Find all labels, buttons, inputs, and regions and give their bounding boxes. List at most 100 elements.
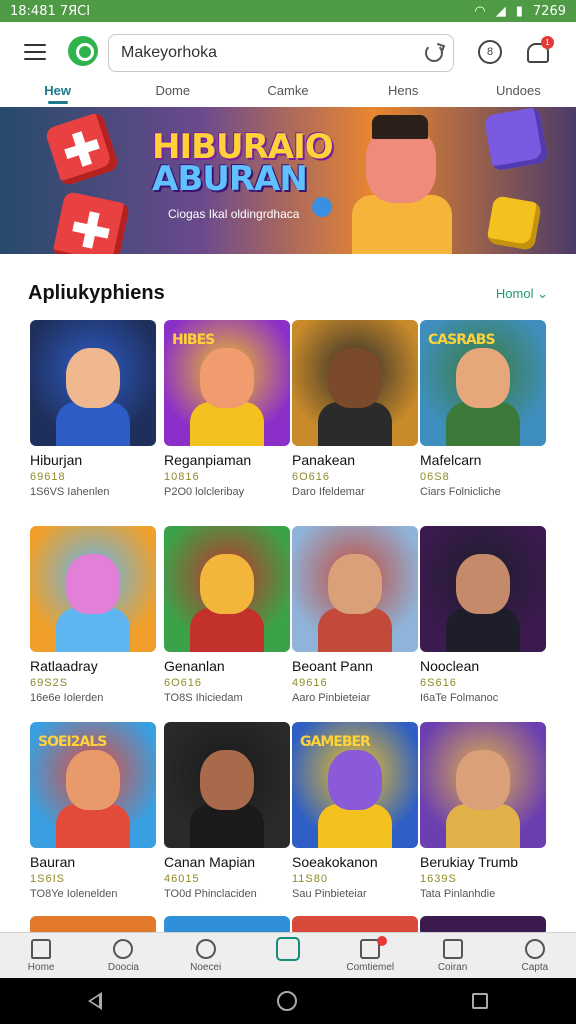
app-name: Bauran xyxy=(30,854,76,870)
app-name: Berukiay Trumb xyxy=(420,854,519,870)
tab-hens[interactable]: Hens xyxy=(346,80,461,106)
yellow-dice-icon xyxy=(486,195,542,251)
app-meta: Sau Pinbieteiar xyxy=(292,888,367,900)
app-rating: 11S80 xyxy=(292,873,328,885)
app-card[interactable]: GAMEBER Soeakokanon 11S80 Sau Pinbieteiar xyxy=(292,722,420,900)
app-logo[interactable] xyxy=(68,36,98,66)
thumbnail-figure-body xyxy=(446,608,520,652)
section-more-link[interactable]: Homol ⌄ xyxy=(496,286,548,302)
app-thumbnail[interactable] xyxy=(420,526,546,652)
app-card[interactable]: Ratlaadray 69S2S 16e6e Iolerden xyxy=(30,526,158,704)
wifi-icon: ◠ xyxy=(474,3,486,19)
category-tabs: Hew Dome Camke Hens Undoes xyxy=(0,80,576,106)
thumbnail-figure-body xyxy=(190,804,264,848)
search-person-icon xyxy=(195,939,216,959)
app-meta: Daro Ifeldemar xyxy=(292,486,365,498)
refresh-icon[interactable] xyxy=(425,44,443,62)
nav-capta[interactable]: Capta xyxy=(495,933,575,978)
app-card[interactable]: Nooclean 6S616 I6aTe Folmanoc xyxy=(420,526,548,704)
nav-comtiemel[interactable]: Comtiemel xyxy=(330,933,410,978)
bottom-nav: Home Doocia Noecei Comtiemel Coiran Capt… xyxy=(0,932,576,978)
app-meta: TO8S Ihiciedam xyxy=(164,692,243,704)
app-rating: 46015 xyxy=(164,873,200,885)
thumbnail-figure-body xyxy=(56,804,130,848)
thumbnail-figure-head xyxy=(456,750,510,810)
nav-badge xyxy=(377,936,388,946)
thumbnail-figure-head xyxy=(200,348,254,408)
menu-icon[interactable] xyxy=(24,44,46,60)
thumbnail-figure-body xyxy=(318,402,392,446)
app-name: Mafelcarn xyxy=(420,452,482,468)
app-card[interactable]: Beoant Pann 49616 Aaro Pinbieteiar xyxy=(292,526,420,704)
app-thumbnail[interactable]: CASRABS xyxy=(420,320,546,446)
tab-undoes[interactable]: Undoes xyxy=(461,80,576,106)
app-thumbnail[interactable] xyxy=(420,722,546,848)
thumbnail-figure-head xyxy=(328,348,382,408)
app-rating: 1S6IS xyxy=(30,873,65,885)
nav-home[interactable]: Home xyxy=(1,933,81,978)
app-name: Genanlan xyxy=(164,658,225,674)
tab-hew[interactable]: Hew xyxy=(0,80,115,106)
app-thumbnail[interactable] xyxy=(30,320,156,446)
search-input[interactable] xyxy=(121,44,411,62)
thumbnail-figure-head xyxy=(456,348,510,408)
app-thumbnail[interactable]: GAMEBER xyxy=(292,722,418,848)
nav-app-center[interactable] xyxy=(248,933,328,978)
app-rating: 1639S xyxy=(420,873,457,885)
app-meta: Ciars Folnicliche xyxy=(420,486,501,498)
thumbnail-figure-body xyxy=(318,608,392,652)
app-rating: 6S616 xyxy=(420,677,457,689)
tab-camke[interactable]: Camke xyxy=(230,80,345,106)
app-card[interactable]: HIBES Reganpiaman 10816 P2O0 lolcleribay xyxy=(164,320,292,498)
thumbnail-figure-head xyxy=(200,750,254,810)
thumbnail-label: CASRABS xyxy=(428,332,496,348)
chevron-down-icon: ⌄ xyxy=(537,286,548,301)
search-box[interactable] xyxy=(108,34,454,72)
nav-noecei-label: Noecei xyxy=(190,962,222,973)
mascot-hat xyxy=(372,115,428,139)
thumbnail-figure-head xyxy=(200,554,254,614)
recents-icon[interactable] xyxy=(472,993,489,1009)
promo-banner[interactable]: HIBURAIO ABURAN Ciogas Ikal oldingrdhaca xyxy=(0,107,576,254)
app-meta: TO0d Phinclaciden xyxy=(164,888,257,900)
app-card[interactable]: Canan Mapian 46015 TO0d Phinclaciden xyxy=(164,722,292,900)
app-thumbnail[interactable] xyxy=(292,320,418,446)
app-bar: 8 1 xyxy=(0,22,576,82)
notification-bell-icon[interactable]: 1 xyxy=(526,36,554,63)
thumbnail-figure-body xyxy=(446,402,520,446)
app-card[interactable]: CASRABS Mafelcarn 06S8 Ciars Folnicliche xyxy=(420,320,548,498)
status-time: 18:481 7ЯСІ xyxy=(10,3,91,19)
section-title: Apliukyphiens xyxy=(28,282,165,304)
app-thumbnail[interactable] xyxy=(292,526,418,652)
app-card[interactable]: Berukiay Trumb 1639S Tata Pinlanhdie xyxy=(420,722,548,900)
app-rating: 06S8 xyxy=(420,471,450,483)
app-rating: 69S2S xyxy=(30,677,69,689)
app-meta: Aaro Pinbieteiar xyxy=(292,692,371,704)
app-card[interactable]: SOEI2ALS Bauran 1S6IS TO8Ye Iolenelden xyxy=(30,722,158,900)
profile-icon[interactable]: 8 xyxy=(478,40,502,64)
app-thumbnail[interactable] xyxy=(30,526,156,652)
app-name: Ratlaadray xyxy=(30,658,98,674)
red-dice-icon xyxy=(44,111,120,187)
tab-dome[interactable]: Dome xyxy=(115,80,230,106)
app-rating: 49616 xyxy=(292,677,328,689)
nav-doocia[interactable]: Doocia xyxy=(83,933,163,978)
thumbnail-figure-body xyxy=(318,804,392,848)
app-card[interactable]: Genanlan 6O616 TO8S Ihiciedam xyxy=(164,526,292,704)
nav-coiran[interactable]: Coiran xyxy=(413,933,493,978)
thumbnail-figure-body xyxy=(190,402,264,446)
status-bar: 18:481 7ЯСІ ◠ ◢ ▮ 7269 xyxy=(0,0,576,22)
back-icon[interactable] xyxy=(87,992,102,1010)
home-circle-icon[interactable] xyxy=(276,991,297,1011)
app-meta: Tata Pinlanhdie xyxy=(420,888,496,900)
app-card[interactable]: Hiburjan 69618 1S6VS Iahenlen xyxy=(30,320,158,498)
app-thumbnail[interactable] xyxy=(164,722,290,848)
app-card[interactable]: Panakean 6O616 Daro Ifeldemar xyxy=(292,320,420,498)
status-icons: ◠ ◢ ▮ 7269 xyxy=(474,4,566,19)
nav-noecei[interactable]: Noecei xyxy=(166,933,246,978)
banner-title-line2: ABURAN xyxy=(152,159,308,199)
app-rating: 6O616 xyxy=(164,677,203,689)
app-thumbnail[interactable] xyxy=(164,526,290,652)
app-thumbnail[interactable]: HIBES xyxy=(164,320,290,446)
app-thumbnail[interactable]: SOEI2ALS xyxy=(30,722,156,848)
